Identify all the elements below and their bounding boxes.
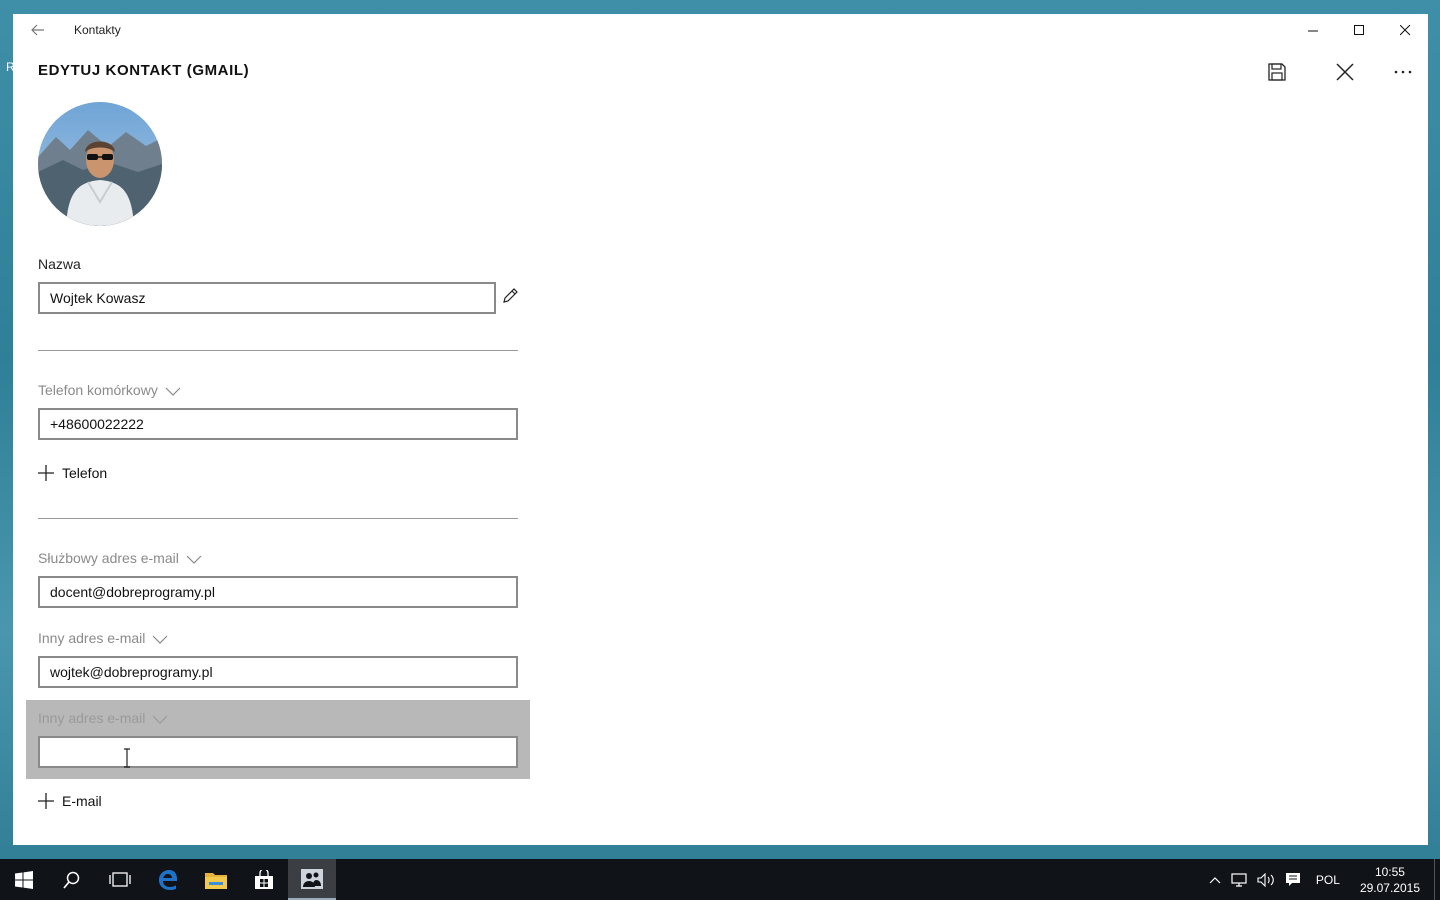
network-icon xyxy=(1231,872,1247,887)
more-icon xyxy=(1394,70,1412,74)
add-phone-button[interactable]: Telefon xyxy=(38,465,107,481)
close-icon xyxy=(1336,63,1354,81)
minimize-icon xyxy=(1307,30,1318,31)
text-cursor-icon xyxy=(124,748,130,768)
phone-type-selector[interactable]: Telefon komórkowy xyxy=(38,382,181,398)
email3-field[interactable] xyxy=(38,736,518,768)
cancel-button[interactable] xyxy=(1325,56,1365,88)
volume-button[interactable] xyxy=(1252,859,1280,900)
chevron-down-icon xyxy=(186,555,202,564)
file-explorer-icon xyxy=(205,872,227,889)
save-icon xyxy=(1268,63,1286,81)
contacts-window: Kontakty EDYTUJ KONTAKT (GMAIL) Nazwa Wo… xyxy=(13,14,1428,845)
save-button[interactable] xyxy=(1257,56,1297,88)
back-button[interactable] xyxy=(25,20,51,40)
task-view-button[interactable] xyxy=(96,859,144,900)
phone-type-label: Telefon komórkowy xyxy=(38,382,158,398)
start-button[interactable] xyxy=(0,859,48,900)
email2-type-selector[interactable]: Inny adres e-mail xyxy=(38,630,168,646)
arrow-left-icon xyxy=(31,24,44,36)
email2-field[interactable]: wojtek@dobreprogramy.pl xyxy=(38,656,518,688)
email1-type-label: Służbowy adres e-mail xyxy=(38,550,179,566)
chevron-down-icon xyxy=(152,635,168,644)
email3-type-label: Inny adres e-mail xyxy=(38,710,146,726)
maximize-button[interactable] xyxy=(1336,14,1382,46)
name-field[interactable]: Wojtek Kowasz xyxy=(38,282,496,314)
minimize-button[interactable] xyxy=(1290,14,1336,46)
clock-time: 10:55 xyxy=(1374,864,1405,879)
close-icon xyxy=(1399,24,1410,35)
task-view-icon xyxy=(109,871,131,887)
plus-icon xyxy=(38,465,54,481)
store-button[interactable] xyxy=(240,859,288,900)
clock[interactable]: 10:55 29.07.2015 xyxy=(1350,864,1434,896)
search-button[interactable] xyxy=(48,859,96,900)
chevron-down-icon xyxy=(165,387,181,396)
pencil-icon xyxy=(503,288,518,303)
people-icon xyxy=(301,868,323,889)
add-email-label: E-mail xyxy=(62,793,102,809)
store-icon xyxy=(255,869,273,889)
network-button[interactable] xyxy=(1226,859,1252,900)
close-window-button[interactable] xyxy=(1382,14,1428,46)
email1-type-selector[interactable]: Służbowy adres e-mail xyxy=(38,550,202,566)
edge-icon xyxy=(159,869,177,890)
email1-field[interactable]: docent@dobreprogramy.pl xyxy=(38,576,518,608)
show-desktop-button[interactable] xyxy=(1434,859,1440,900)
input-language-button[interactable]: POL xyxy=(1306,859,1350,900)
add-email-button[interactable]: E-mail xyxy=(38,793,102,809)
title-bar: Kontakty xyxy=(13,14,1428,46)
contact-avatar[interactable] xyxy=(38,102,162,226)
clock-date: 29.07.2015 xyxy=(1359,880,1420,895)
chevron-down-icon xyxy=(152,715,168,724)
more-button[interactable] xyxy=(1383,56,1423,88)
email3-type-selector[interactable]: Inny adres e-mail xyxy=(38,710,168,726)
windows-start-icon xyxy=(15,870,33,889)
notifications-icon xyxy=(1285,872,1300,886)
email2-type-label: Inny adres e-mail xyxy=(38,630,146,646)
chevron-up-icon xyxy=(1209,876,1221,883)
app-title: Kontakty xyxy=(74,23,121,37)
file-explorer-button[interactable] xyxy=(192,859,240,900)
name-label: Nazwa xyxy=(38,256,81,272)
search-icon xyxy=(63,871,80,889)
system-tray: POL 10:55 29.07.2015 xyxy=(1204,859,1440,900)
show-hidden-icons-button[interactable] xyxy=(1204,859,1226,900)
add-phone-label: Telefon xyxy=(62,465,108,481)
section-divider xyxy=(38,518,518,519)
action-center-button[interactable] xyxy=(1280,859,1306,900)
phone-field[interactable]: +48600022222 xyxy=(38,408,518,440)
section-divider xyxy=(38,350,518,351)
people-taskbar-button[interactable] xyxy=(288,859,336,900)
contact-photo xyxy=(38,102,162,226)
edge-taskbar-button[interactable] xyxy=(144,859,192,900)
page-title: EDYTUJ KONTAKT (GMAIL) xyxy=(38,62,250,79)
edit-name-button[interactable] xyxy=(501,287,521,307)
plus-icon xyxy=(38,793,54,809)
maximize-icon xyxy=(1353,24,1364,35)
speaker-icon xyxy=(1257,872,1274,887)
taskbar: POL 10:55 29.07.2015 xyxy=(0,859,1440,900)
